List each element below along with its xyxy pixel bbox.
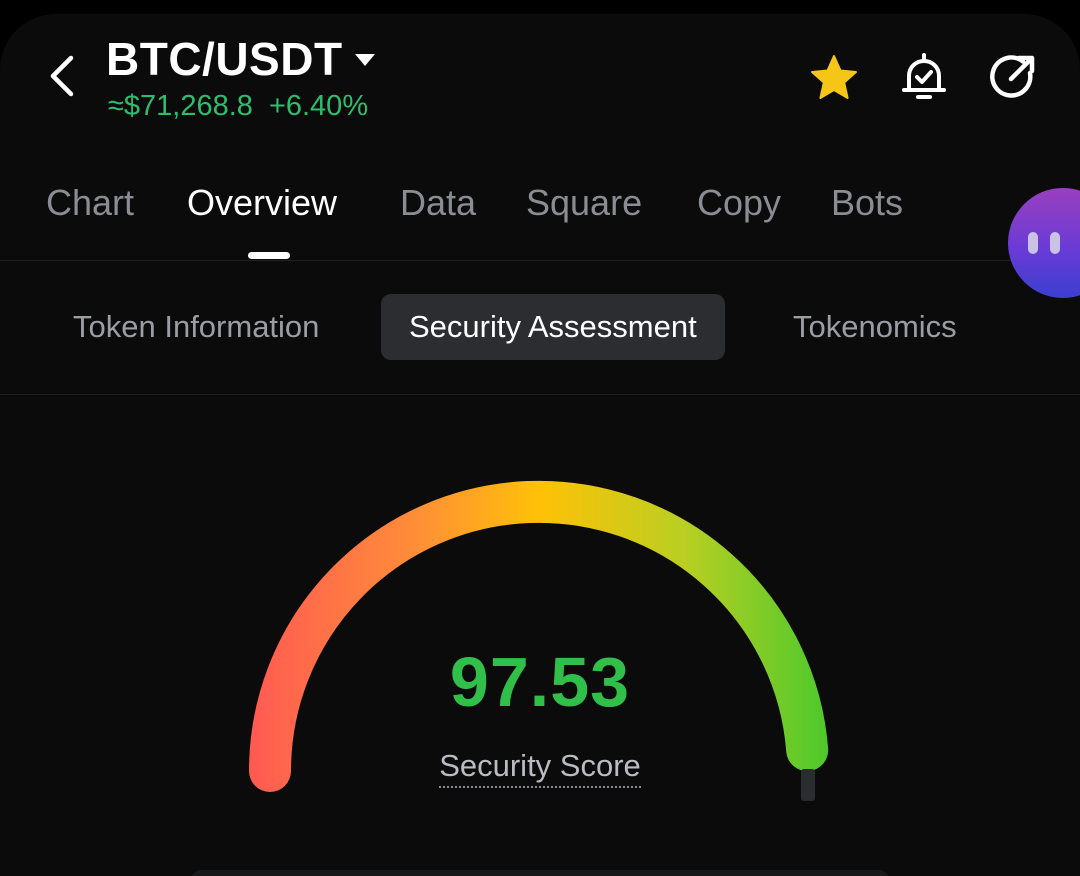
tab-square[interactable]: Square xyxy=(526,182,642,224)
price-alert-button[interactable] xyxy=(898,52,950,104)
last-price: ≈$71,268.8 xyxy=(108,90,253,122)
tab-overview[interactable]: Overview xyxy=(187,182,337,224)
price-summary: ≈$71,268.8 +6.40% xyxy=(108,90,368,123)
assistant-eye xyxy=(1050,232,1060,254)
gauge-fill-arc xyxy=(249,480,829,792)
security-score-value: 97.53 xyxy=(449,643,631,721)
tab-bots[interactable]: Bots xyxy=(831,182,903,224)
caret-down-icon xyxy=(354,54,375,66)
chevron-left-icon xyxy=(50,55,74,97)
share-arrow-icon xyxy=(990,55,1035,98)
tab-chart[interactable]: Chart xyxy=(46,182,134,224)
next-section-card xyxy=(190,870,890,876)
pair-title: BTC/USDT xyxy=(106,33,343,85)
divider xyxy=(0,394,1080,395)
favorite-button[interactable] xyxy=(808,52,860,104)
divider xyxy=(0,260,1080,261)
back-button[interactable] xyxy=(40,52,84,100)
subtab-security-assessment[interactable]: Security Assessment xyxy=(381,294,725,360)
main-tab-bar: Chart Overview Data Square Copy Bots xyxy=(0,182,1080,260)
security-score-label-text: Security Score xyxy=(439,748,641,788)
subtab-tokenomics[interactable]: Tokenomics xyxy=(793,294,957,360)
app-screen: BTC/USDT ≈$71,268.8 +6.40% Chart Overvie… xyxy=(0,14,1080,876)
active-tab-indicator xyxy=(248,252,290,259)
share-button[interactable] xyxy=(986,52,1038,104)
bell-check-icon xyxy=(902,53,946,99)
security-score-label[interactable]: Security Score xyxy=(380,748,700,788)
subtab-token-information[interactable]: Token Information xyxy=(73,294,319,360)
assistant-face-icon xyxy=(1028,232,1038,254)
price-change: +6.40% xyxy=(268,90,369,122)
star-icon xyxy=(811,55,857,99)
pair-selector[interactable]: BTC/USDT xyxy=(106,32,375,86)
tab-copy[interactable]: Copy xyxy=(697,182,781,224)
security-gauge xyxy=(249,480,829,801)
gauge-remainder xyxy=(801,769,815,801)
tab-data[interactable]: Data xyxy=(400,182,476,224)
